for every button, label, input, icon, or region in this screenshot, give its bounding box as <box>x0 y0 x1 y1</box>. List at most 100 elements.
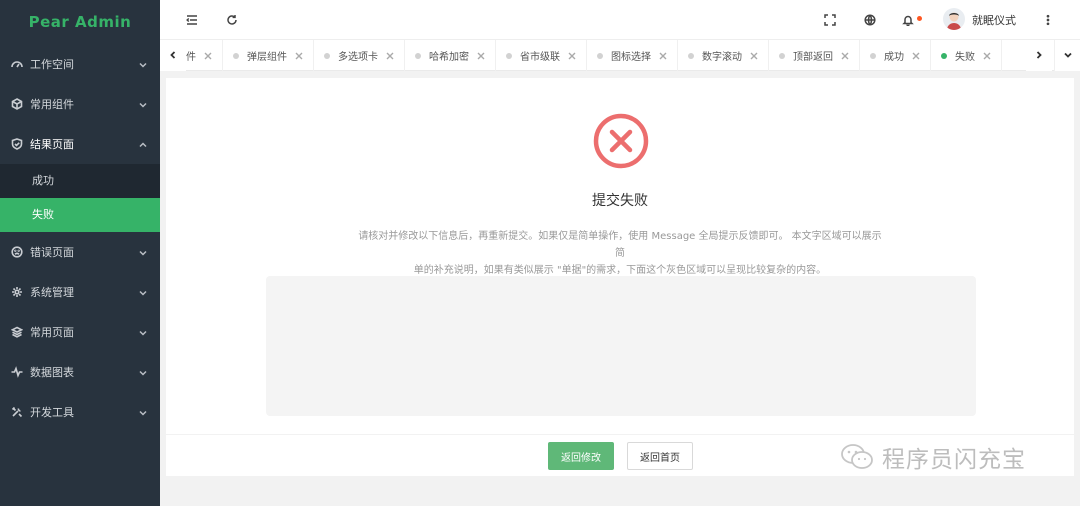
sidebar-item-label: 常用组件 <box>30 98 74 111</box>
tab-label: 省市级联 <box>520 52 560 63</box>
tab-dot <box>506 52 512 59</box>
fullscreen-icon[interactable] <box>822 12 838 28</box>
close-icon[interactable] <box>841 52 849 60</box>
tab-label: 多选项卡 <box>338 52 378 63</box>
tab-icon-picker[interactable]: 图标选择 <box>587 40 678 71</box>
shield-icon <box>10 137 24 151</box>
sidebar: Pear Admin 工作空间 常用组件 结果页面 成功 失败 错误页面 系统管… <box>0 0 160 506</box>
chevron-down-icon <box>1063 49 1073 63</box>
tab-dropdown-button[interactable] <box>1054 40 1080 71</box>
tab-dot <box>941 52 947 59</box>
tab-hash-encrypt[interactable]: 哈希加密 <box>405 40 496 71</box>
tools-icon <box>10 405 24 419</box>
close-icon[interactable] <box>983 52 991 60</box>
close-icon[interactable] <box>750 52 758 60</box>
tab-multi-tabs[interactable]: 多选项卡 <box>314 40 405 71</box>
tab-label: 成功 <box>884 52 904 63</box>
tab-dot <box>233 52 239 59</box>
globe-icon[interactable] <box>862 12 878 28</box>
sidebar-subitem-failure[interactable]: 失败 <box>0 198 160 232</box>
sidebar-item-label: 常用页面 <box>30 326 74 339</box>
tab-failure[interactable]: 失败 <box>931 40 1002 71</box>
watermark-text: 程序员闪充宝 <box>882 447 1026 473</box>
error-circle-icon <box>593 113 649 169</box>
sidebar-item-dev-tools[interactable]: 开发工具 <box>0 392 160 432</box>
tab-strip: 件 弹层组件 多选项卡 哈希加密 省市级联 图标选择 数字滚动 顶部返回 成功 … <box>186 40 1024 71</box>
tab-number-scroll[interactable]: 数字滚动 <box>678 40 769 71</box>
chevron-left-icon <box>168 49 178 63</box>
tab-dot <box>415 52 421 59</box>
sidebar-subitem-success[interactable]: 成功 <box>0 164 160 198</box>
tab-scroll-left-button[interactable] <box>160 40 186 71</box>
sad-face-icon <box>10 245 24 259</box>
close-icon[interactable] <box>295 52 303 60</box>
chevron-down-icon <box>138 367 148 377</box>
result-description: 请核对并修改以下信息后，再重新提交。如果仅是简单操作，使用 Message 全局… <box>356 228 884 279</box>
result-title: 提交失败 <box>592 193 648 209</box>
result-description-line: 请核对并修改以下信息后，再重新提交。如果仅是简单操作，使用 Message 全局… <box>358 231 882 259</box>
chevron-down-icon <box>138 99 148 109</box>
chevron-down-icon <box>138 327 148 337</box>
submenu-result-pages: 成功 失败 <box>0 164 160 232</box>
app-logo[interactable]: Pear Admin <box>0 0 160 44</box>
username[interactable]: 就眠仪式 <box>972 12 1016 28</box>
back-to-home-button[interactable]: 返回首页 <box>627 442 693 470</box>
close-icon[interactable] <box>386 52 394 60</box>
chevron-up-icon <box>138 139 148 149</box>
more-icon[interactable] <box>1040 12 1056 28</box>
sidebar-item-error-pages[interactable]: 错误页面 <box>0 232 160 272</box>
divider <box>166 434 1074 435</box>
sidebar-item-label: 数据图表 <box>30 366 74 379</box>
tab-label: 件 <box>186 52 196 63</box>
sidebar-item-workspace[interactable]: 工作空间 <box>0 44 160 84</box>
sidebar-item-label: 开发工具 <box>30 406 74 419</box>
tab-bar: 件 弹层组件 多选项卡 哈希加密 省市级联 图标选择 数字滚动 顶部返回 成功 … <box>160 40 1080 71</box>
notification-badge <box>917 16 922 21</box>
tab-label: 数字滚动 <box>702 52 742 63</box>
watermark: 程序员闪充宝 <box>840 440 1026 474</box>
top-header: 就眠仪式 <box>160 0 1080 40</box>
close-icon[interactable] <box>204 52 212 60</box>
tab-label: 顶部返回 <box>793 52 833 63</box>
detail-content-area <box>266 276 976 416</box>
tab-partial[interactable]: 件 <box>186 40 223 71</box>
tab-label: 弹层组件 <box>247 52 287 63</box>
chevron-right-icon <box>1034 49 1044 63</box>
sidebar-item-result-pages[interactable]: 结果页面 <box>0 124 160 164</box>
sidebar-item-label: 工作空间 <box>30 58 74 71</box>
tab-popup-components[interactable]: 弹层组件 <box>223 40 314 71</box>
tab-dot <box>870 52 876 59</box>
menu-fold-icon[interactable] <box>184 12 200 28</box>
tab-dot <box>779 52 785 59</box>
tab-label: 哈希加密 <box>429 52 469 63</box>
cube-icon <box>10 97 24 111</box>
close-icon[interactable] <box>659 52 667 60</box>
back-to-edit-button[interactable]: 返回修改 <box>548 442 614 470</box>
close-icon[interactable] <box>568 52 576 60</box>
avatar[interactable] <box>943 8 965 30</box>
chevron-down-icon <box>138 407 148 417</box>
chevron-down-icon <box>138 247 148 257</box>
tab-back-to-top[interactable]: 顶部返回 <box>769 40 860 71</box>
tab-label: 失败 <box>955 52 975 63</box>
tab-success[interactable]: 成功 <box>860 40 931 71</box>
tab-scroll-right-button[interactable] <box>1026 40 1052 71</box>
tab-dot <box>597 52 603 59</box>
sidebar-item-system[interactable]: 系统管理 <box>0 272 160 312</box>
close-icon[interactable] <box>912 52 920 60</box>
tab-cascade[interactable]: 省市级联 <box>496 40 587 71</box>
gear-icon <box>10 285 24 299</box>
layers-icon <box>10 325 24 339</box>
refresh-icon[interactable] <box>224 12 240 28</box>
result-card: 提交失败 请核对并修改以下信息后，再重新提交。如果仅是简单操作，使用 Messa… <box>166 78 1074 476</box>
sidebar-item-label: 结果页面 <box>30 138 74 151</box>
bell-icon[interactable] <box>900 12 916 28</box>
close-icon[interactable] <box>477 52 485 60</box>
tab-label: 图标选择 <box>611 52 651 63</box>
sidebar-item-common-pages[interactable]: 常用页面 <box>0 312 160 352</box>
sidebar-item-label: 错误页面 <box>30 246 74 259</box>
pulse-icon <box>10 365 24 379</box>
sidebar-item-label: 系统管理 <box>30 286 74 299</box>
sidebar-item-charts[interactable]: 数据图表 <box>0 352 160 392</box>
sidebar-item-components[interactable]: 常用组件 <box>0 84 160 124</box>
